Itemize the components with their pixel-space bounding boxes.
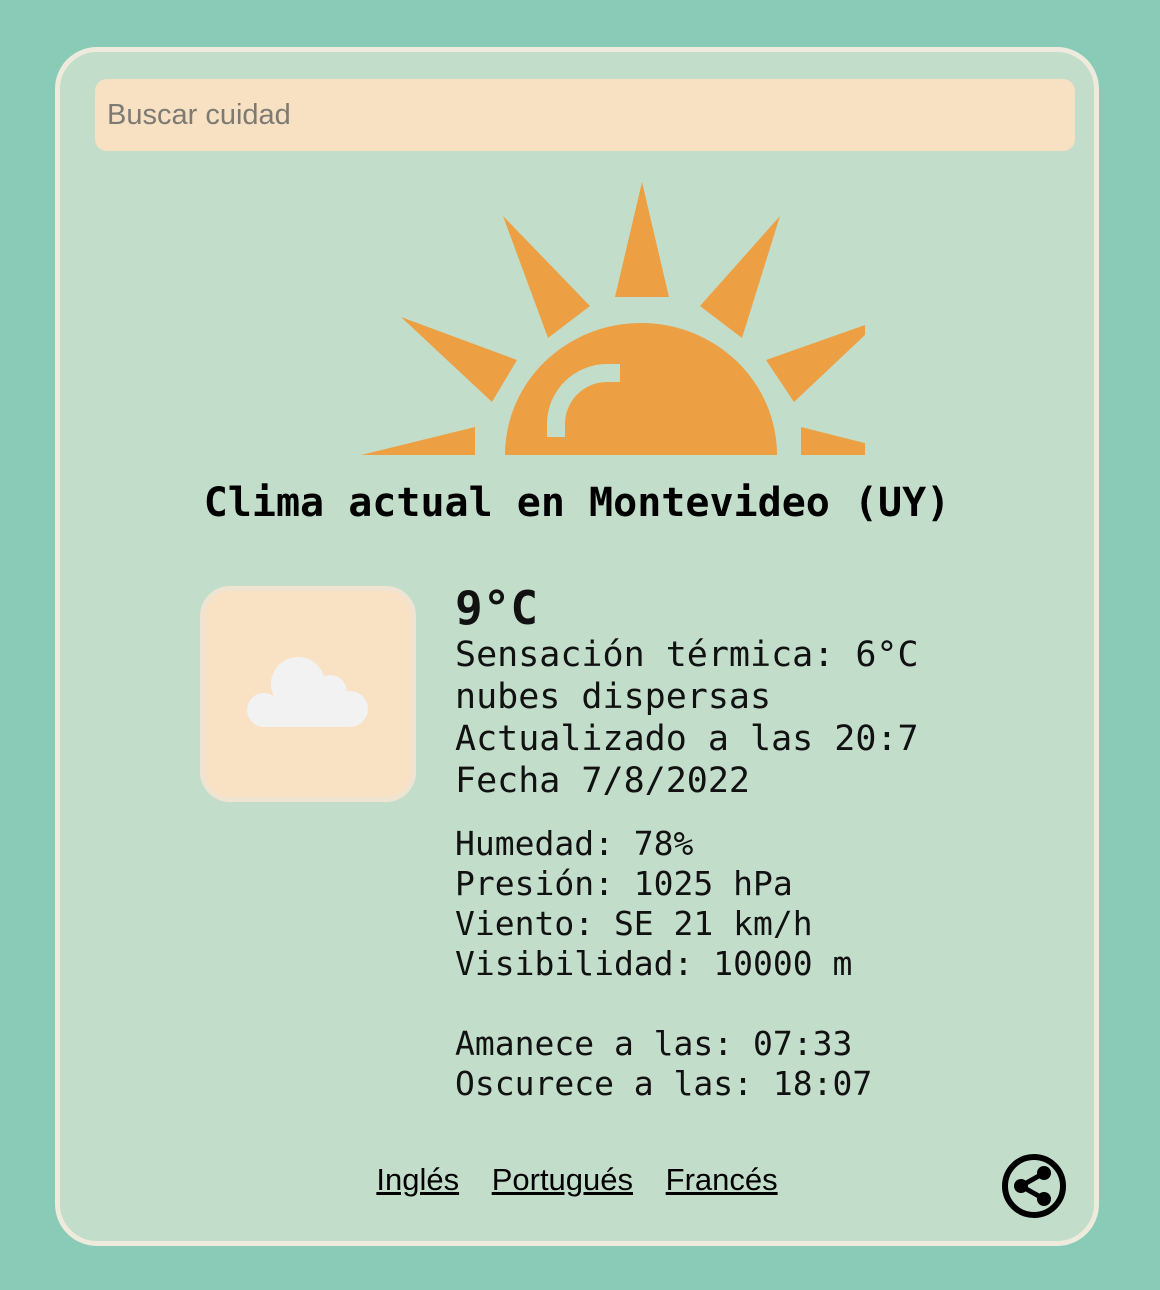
visibility: Visibilidad: 10000 m	[455, 944, 853, 983]
language-link-english[interactable]: Inglés	[376, 1162, 459, 1197]
wind: Viento: SE 21 km/h	[455, 904, 813, 943]
language-link-french[interactable]: Francés	[666, 1162, 778, 1197]
sunset-time: Oscurece a las: 18:07	[455, 1064, 873, 1103]
weather-description: nubes dispersas	[455, 677, 772, 717]
sunrise-logo-icon	[361, 182, 865, 455]
sunrise-time: Amanece a las: 07:33	[455, 1024, 853, 1063]
page-title: Clima actual en Montevideo (UY)	[203, 480, 951, 526]
weather-icon-box	[200, 586, 416, 802]
updated-time: Actualizado a las 20:7	[455, 719, 919, 759]
weather-details: Humedad: 78% Presión: 1025 hPa Viento: S…	[455, 824, 919, 984]
share-icon[interactable]	[1001, 1153, 1067, 1219]
language-links: Inglés Portugués Francés	[60, 1162, 1094, 1198]
sun-times: Amanece a las: 07:33 Oscurece a las: 18:…	[455, 1024, 919, 1104]
weather-date: Fecha 7/8/2022	[455, 761, 751, 801]
weather-info: 9°C Sensación térmica: 6°C nubes dispers…	[455, 582, 919, 1104]
pressure: Presión: 1025 hPa	[455, 864, 793, 903]
temperature: 9°C	[455, 581, 539, 635]
language-link-portuguese[interactable]: Portugués	[492, 1162, 633, 1197]
feels-like: Sensación térmica: 6°C	[455, 635, 919, 675]
weather-card: Clima actual en Montevideo (UY) 9°C Sens…	[55, 47, 1099, 1246]
cloud-icon	[247, 657, 368, 727]
humidity: Humedad: 78%	[455, 824, 694, 863]
search-input[interactable]	[95, 79, 1075, 151]
